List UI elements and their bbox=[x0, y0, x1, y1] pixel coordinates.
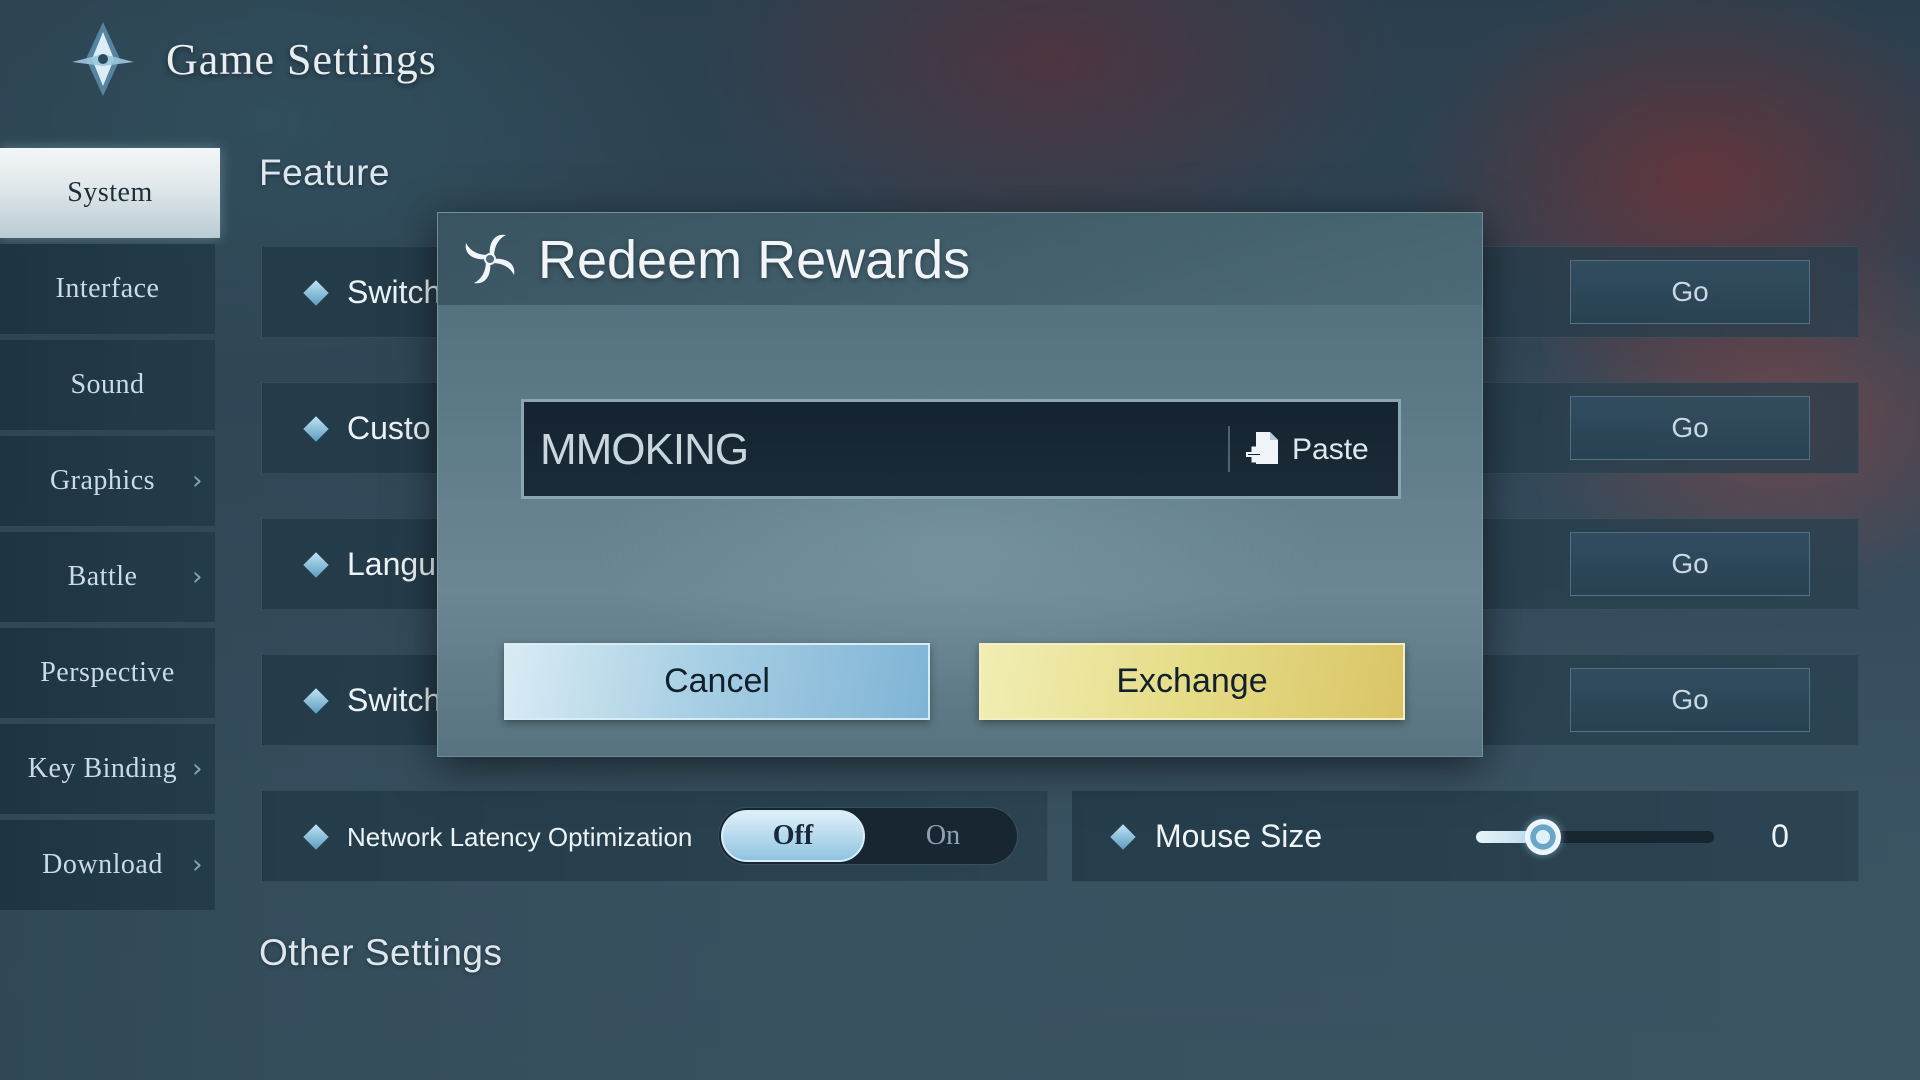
pinwheel-icon bbox=[465, 234, 515, 284]
row-label: Langu bbox=[347, 546, 436, 582]
cancel-button[interactable]: Cancel bbox=[504, 643, 930, 720]
chevron-right-icon: › bbox=[192, 754, 203, 784]
other-settings-title: Other Settings bbox=[259, 932, 503, 973]
sidebar-item-sound[interactable]: Sound bbox=[0, 340, 215, 430]
mouse-size-value: 0 bbox=[1771, 818, 1789, 854]
sidebar-item-label: Sound bbox=[70, 369, 145, 400]
redeem-code-input[interactable] bbox=[540, 420, 1220, 480]
sidebar-item-label: Graphics bbox=[49, 465, 156, 496]
paste-icon bbox=[1246, 432, 1278, 464]
sidebar: System Interface Sound Graphics › Battle… bbox=[0, 148, 220, 916]
sidebar-item-label: Interface bbox=[55, 273, 160, 304]
sidebar-item-key-binding[interactable]: Key Binding › bbox=[0, 724, 215, 814]
diamond-bullet-icon bbox=[303, 824, 329, 850]
sidebar-item-label: Battle bbox=[67, 561, 138, 592]
chevron-right-icon: › bbox=[192, 562, 203, 592]
compass-star-icon bbox=[72, 22, 134, 96]
toggle-on-option[interactable]: On bbox=[871, 810, 1015, 862]
sidebar-item-interface[interactable]: Interface bbox=[0, 244, 215, 334]
sidebar-item-label: Download bbox=[42, 849, 163, 880]
sidebar-item-perspective[interactable]: Perspective bbox=[0, 628, 215, 718]
mouse-size-row: Mouse Size bbox=[1071, 790, 1859, 882]
header: Game Settings bbox=[62, 18, 437, 100]
page-title: Game Settings bbox=[166, 34, 437, 84]
exchange-button[interactable]: Exchange bbox=[979, 643, 1405, 720]
sidebar-item-label: Perspective bbox=[40, 657, 175, 688]
row-label: Switch bbox=[347, 682, 442, 718]
paste-label: Paste bbox=[1292, 433, 1369, 466]
input-divider bbox=[1228, 426, 1230, 472]
go-button[interactable]: Go bbox=[1570, 396, 1810, 460]
sidebar-item-battle[interactable]: Battle › bbox=[0, 532, 215, 622]
diamond-bullet-icon bbox=[303, 552, 329, 578]
sidebar-item-download[interactable]: Download › bbox=[0, 820, 215, 910]
exchange-label: Exchange bbox=[1116, 662, 1268, 700]
redeem-rewards-dialog: Redeem Rewards Paste Cancel Exchange bbox=[437, 212, 1483, 757]
cancel-label: Cancel bbox=[664, 662, 770, 700]
chevron-right-icon: › bbox=[192, 850, 203, 880]
sidebar-item-system[interactable]: System bbox=[0, 148, 220, 238]
sidebar-item-label: Key Binding bbox=[27, 753, 178, 784]
go-button[interactable]: Go bbox=[1570, 532, 1810, 596]
sidebar-item-label: System bbox=[67, 177, 153, 208]
network-latency-label: Network Latency Optimization bbox=[347, 822, 693, 852]
slider-handle[interactable] bbox=[1524, 819, 1561, 855]
diamond-bullet-icon bbox=[303, 416, 329, 442]
mouse-size-label: Mouse Size bbox=[1155, 818, 1323, 854]
network-latency-toggle[interactable]: Off On bbox=[718, 807, 1018, 865]
diamond-bullet-icon bbox=[1110, 824, 1136, 850]
go-button[interactable]: Go bbox=[1570, 668, 1810, 732]
feature-section-title: Feature bbox=[259, 152, 391, 193]
dialog-title: Redeem Rewards bbox=[538, 230, 971, 290]
toggle-off-option[interactable]: Off bbox=[721, 810, 865, 862]
row-label: Switch bbox=[347, 274, 442, 310]
paste-button[interactable]: Paste bbox=[1242, 422, 1392, 478]
mouse-size-slider[interactable] bbox=[1476, 819, 1714, 855]
row-label: Custo bbox=[347, 410, 431, 446]
go-button[interactable]: Go bbox=[1570, 260, 1810, 324]
diamond-bullet-icon bbox=[303, 688, 329, 714]
redeem-code-field: Paste bbox=[521, 399, 1401, 499]
dialog-header: Redeem Rewards bbox=[438, 213, 1482, 305]
chevron-right-icon: › bbox=[192, 466, 203, 496]
diamond-bullet-icon bbox=[303, 280, 329, 306]
sidebar-item-graphics[interactable]: Graphics › bbox=[0, 436, 215, 526]
